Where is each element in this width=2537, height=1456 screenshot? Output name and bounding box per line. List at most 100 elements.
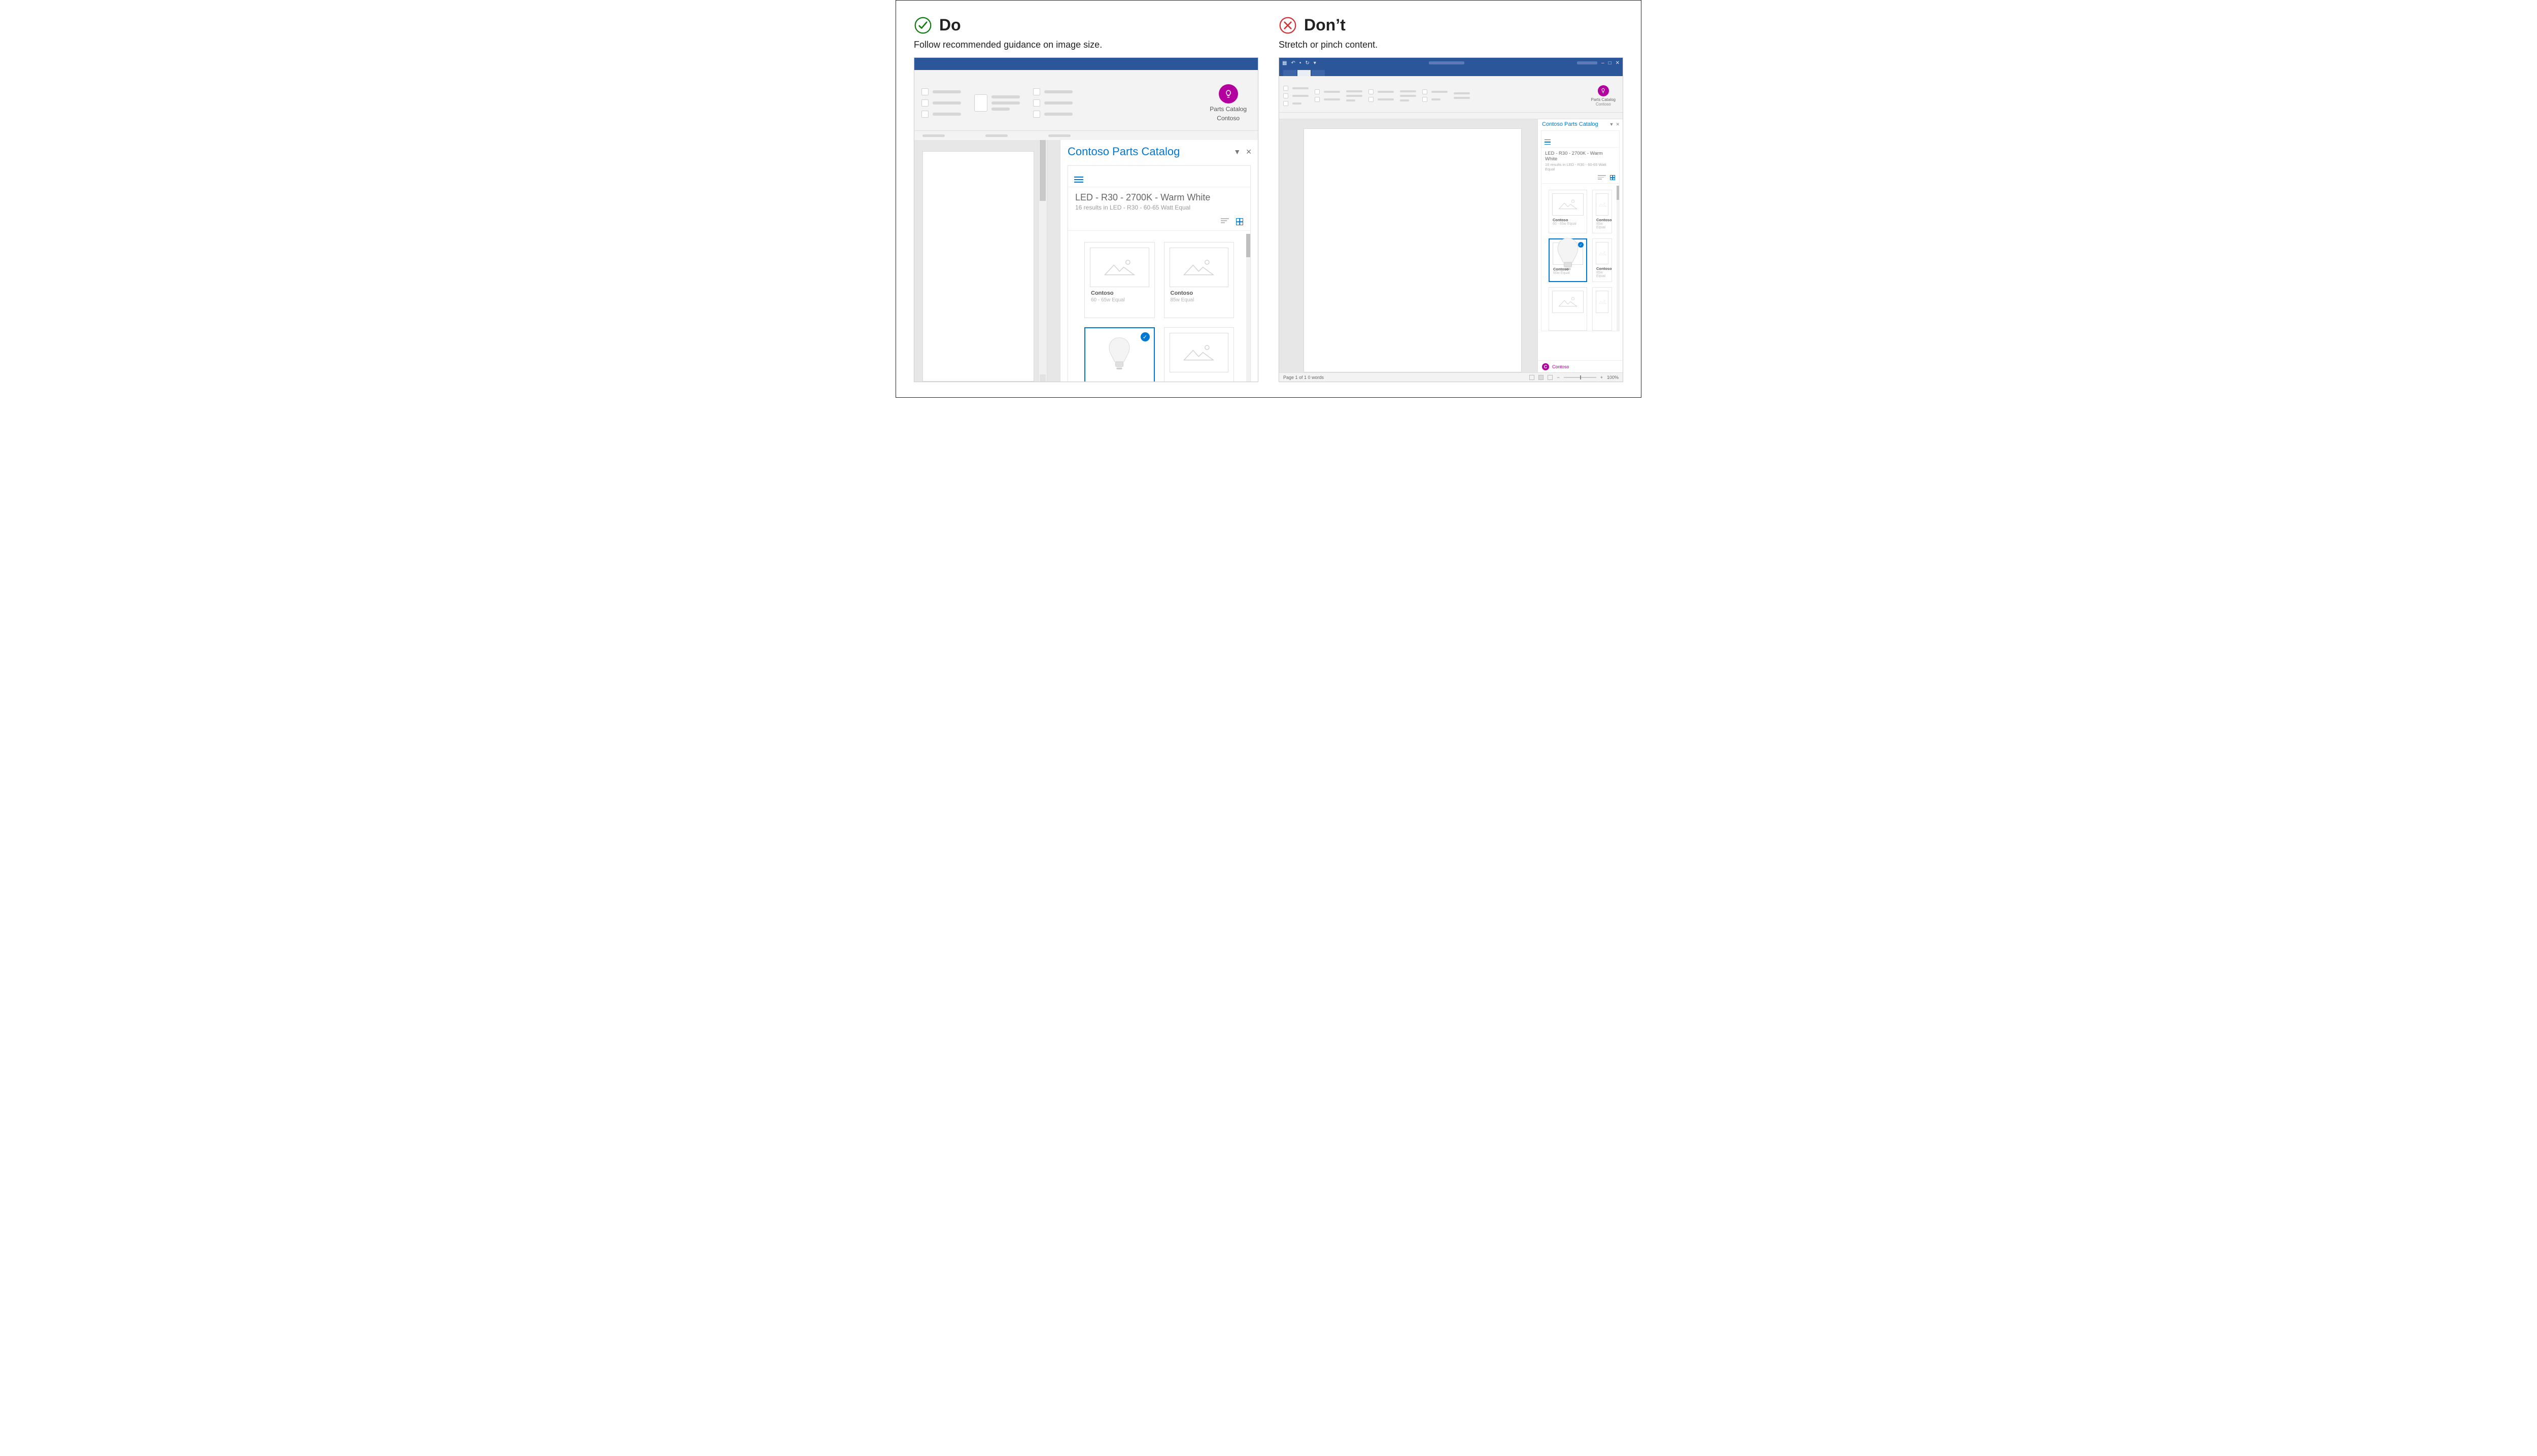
image-placeholder-icon: [1596, 291, 1608, 313]
ribbon-addin-label: Parts Catalog: [1591, 97, 1616, 102]
status-bar: Page 1 of 1 0 words − + 100%: [1279, 372, 1623, 382]
image-placeholder-icon: [1170, 248, 1229, 287]
addin-card: LED - R30 - 2700K - Warm White 16 result…: [1068, 165, 1251, 382]
task-pane-title: Contoso Parts Catalog: [1542, 121, 1598, 127]
scroll-down-icon[interactable]: [1040, 374, 1046, 382]
product-tile[interactable]: Contoso60 - 65w Equal: [1084, 242, 1155, 318]
view-mode-icon[interactable]: [1538, 375, 1544, 380]
hamburger-icon[interactable]: [1545, 140, 1551, 145]
ribbon-group: [974, 94, 1020, 112]
lightbulb-icon: [1598, 85, 1609, 96]
tile-subtext: 60w Equal: [1553, 271, 1586, 275]
do-title: Do: [939, 16, 961, 34]
image-placeholder-icon: [1552, 291, 1584, 313]
task-pane-header: Contoso Parts Catalog ▼ ✕: [1538, 119, 1623, 128]
do-subtitle: Follow recommended guidance on image siz…: [914, 40, 1258, 50]
card-header: LED - R30 - 2700K - Warm White 16 result…: [1541, 148, 1619, 174]
ribbon-tab[interactable]: [1283, 70, 1296, 76]
card-topbar: [1541, 131, 1619, 148]
ribbon-tab[interactable]: [1312, 70, 1325, 76]
task-pane: Contoso Parts Catalog ▼ ✕ LED - R30 - 27…: [1537, 119, 1623, 372]
image-placeholder-icon: [1090, 248, 1149, 287]
window-close-icon[interactable]: ✕: [1616, 60, 1620, 66]
document-area: Contoso Parts Catalog ▼ ✕ LED - R30 - 27…: [1279, 119, 1623, 372]
status-left: Page 1 of 1 0 words: [1283, 375, 1324, 380]
vertical-scrollbar[interactable]: [1038, 140, 1047, 382]
ribbon-addin-sublabel: Contoso: [1217, 115, 1240, 122]
selected-check-icon: ✓: [1141, 332, 1150, 341]
task-pane: Contoso Parts Catalog ▼ ✕ LED - R30 - 27…: [1060, 140, 1258, 382]
checkmark-circle-icon: [914, 16, 932, 34]
dont-subtitle: Stretch or pinch content.: [1279, 40, 1623, 50]
list-view-icon[interactable]: [1221, 218, 1229, 225]
tile-brand: Contoso: [1171, 290, 1234, 296]
image-placeholder-icon: [1170, 333, 1229, 372]
word-titlebar: [914, 58, 1258, 70]
tile-brand: Contoso: [1596, 266, 1612, 271]
tile-subtext: 60 - 65w Equal: [1091, 297, 1154, 303]
card-scrollbar[interactable]: [1617, 186, 1619, 331]
dont-title: Don’t: [1304, 16, 1346, 34]
list-view-icon[interactable]: [1598, 175, 1606, 180]
ribbon-addin-label: Parts Catalog: [1210, 106, 1247, 113]
window-minimize-icon[interactable]: –: [1601, 60, 1604, 66]
tile-brand: Contoso: [1596, 218, 1612, 222]
pane-menu-icon[interactable]: ▼: [1233, 148, 1241, 156]
grid-view-icon[interactable]: [1236, 218, 1243, 225]
task-pane-header: Contoso Parts Catalog ▼ ✕: [1060, 140, 1258, 160]
hamburger-icon[interactable]: [1074, 177, 1083, 183]
product-tile[interactable]: [1549, 287, 1587, 331]
product-tile[interactable]: Contoso85w Equal: [1592, 238, 1612, 282]
do-screenshot: Parts Catalog Contoso Contoso Parts Cata…: [914, 57, 1258, 382]
window-maximize-icon[interactable]: □: [1608, 60, 1612, 66]
dont-screenshot: ▦ ↶ • ↻ ▾ – □ ✕: [1279, 57, 1623, 382]
pane-menu-icon[interactable]: ▼: [1609, 122, 1614, 127]
do-header: Do: [914, 16, 1258, 34]
scroll-thumb[interactable]: [1040, 140, 1046, 201]
zoom-out-icon[interactable]: −: [1557, 375, 1559, 380]
grid-view-icon[interactable]: [1610, 175, 1615, 180]
view-mode-icon[interactable]: [1548, 375, 1553, 380]
card-scrollbar[interactable]: [1246, 234, 1250, 382]
ribbon-addin-button[interactable]: Parts Catalog Contoso: [1210, 84, 1251, 122]
pane-close-icon[interactable]: ✕: [1616, 122, 1620, 127]
persona-footer: C Contoso: [1538, 360, 1623, 372]
product-tile[interactable]: Contoso60 - 65w Equal: [1549, 190, 1587, 233]
product-image: [1090, 333, 1149, 373]
tile-subtext: 85w Equal: [1171, 297, 1234, 303]
word-ribbon: Parts Catalog Contoso: [1279, 76, 1623, 113]
redo-icon[interactable]: ↻: [1305, 60, 1309, 66]
ribbon-tab-active[interactable]: [1297, 70, 1311, 76]
view-mode-icon[interactable]: [1529, 375, 1534, 380]
persona-coin: C: [1542, 363, 1549, 370]
tile-brand: Contoso: [1091, 290, 1154, 296]
view-toggle: [1068, 215, 1250, 231]
zoom-slider[interactable]: [1564, 377, 1596, 378]
tile-subtext: 60 - 65w Equal: [1553, 222, 1587, 226]
ribbon-footer: [914, 131, 1258, 140]
addin-card: LED - R30 - 2700K - Warm White 16 result…: [1541, 130, 1620, 331]
tile-subtext: 85w Equal: [1596, 271, 1612, 278]
document-page: [1304, 128, 1522, 372]
cross-circle-icon: [1279, 16, 1297, 34]
image-placeholder-icon: [1552, 193, 1584, 216]
product-tile[interactable]: Contoso85w Equal: [1164, 242, 1235, 318]
tile-brand: Contoso: [1553, 218, 1587, 222]
zoom-in-icon[interactable]: +: [1600, 375, 1603, 380]
do-column: Do Follow recommended guidance on image …: [914, 16, 1258, 382]
product-tile[interactable]: [1164, 327, 1235, 382]
document-page: [922, 151, 1034, 382]
undo-icon[interactable]: ↶: [1291, 60, 1295, 66]
window-titlebar: ▦ ↶ • ↻ ▾ – □ ✕: [1279, 58, 1623, 68]
product-tile[interactable]: ✓Contoso60w Equal: [1549, 238, 1587, 282]
pane-close-icon[interactable]: ✕: [1246, 148, 1252, 156]
app-icon: ▦: [1282, 60, 1287, 66]
product-tile[interactable]: ✓: [1084, 327, 1155, 382]
card-heading: LED - R30 - 2700K - Warm White: [1545, 151, 1616, 162]
product-tile[interactable]: [1592, 287, 1612, 331]
view-toggle: [1541, 174, 1619, 184]
product-tile[interactable]: Contoso85w Equal: [1592, 190, 1612, 233]
card-topbar: [1068, 166, 1250, 187]
ribbon-addin-button[interactable]: Parts Catalog Contoso: [1591, 85, 1619, 107]
dont-header: Don’t: [1279, 16, 1623, 34]
